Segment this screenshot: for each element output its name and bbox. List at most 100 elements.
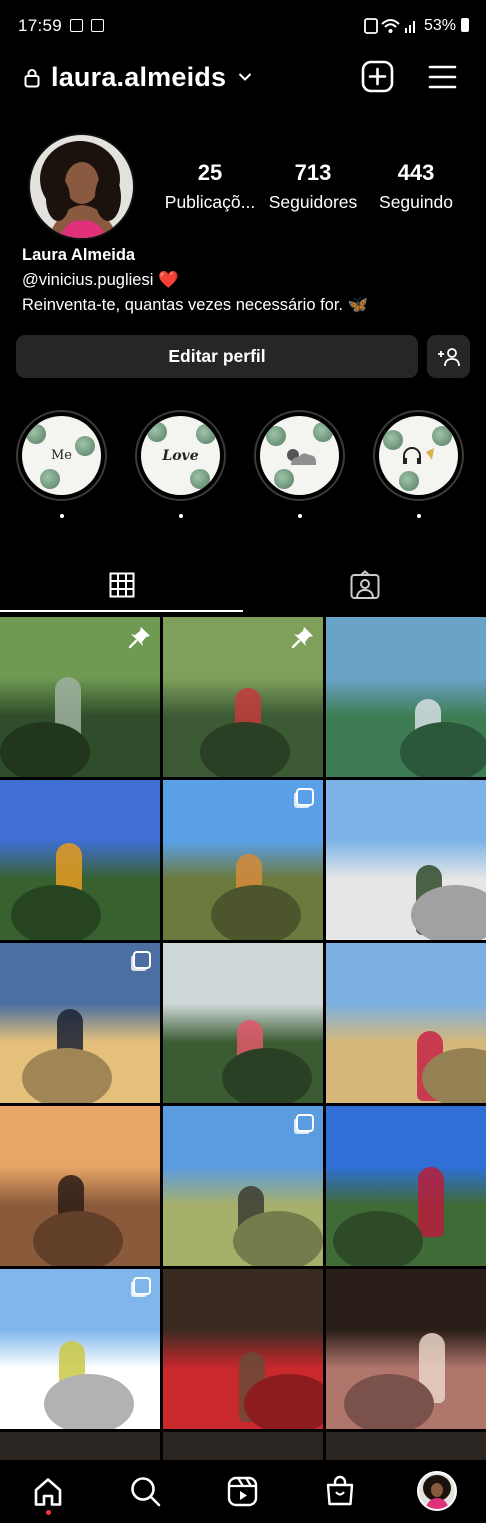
battery-icon <box>461 18 469 32</box>
grid-post[interactable] <box>0 943 160 1103</box>
grid-post[interactable] <box>163 1269 323 1429</box>
highlight-me-cover: Me <box>22 416 101 495</box>
grid-post[interactable] <box>0 1106 160 1266</box>
highlight-2-dot <box>179 514 183 518</box>
tagged-person-icon <box>350 570 379 599</box>
post-scenery <box>400 722 486 777</box>
grid-post[interactable] <box>0 1269 160 1429</box>
highlight-4-dot <box>417 514 421 518</box>
posts-label: Publicaçõ... <box>164 192 256 212</box>
grid-post[interactable] <box>0 1432 160 1460</box>
highlight-music-cover <box>379 416 458 495</box>
carousel-icon <box>133 951 151 969</box>
followers-label: Seguidores <box>268 192 358 212</box>
post-scenery <box>344 1374 434 1429</box>
posts-count: 25 <box>197 160 223 185</box>
grid-post[interactable] <box>0 780 160 940</box>
butterfly-emoji: 🦋 <box>347 296 369 314</box>
add-person-icon <box>437 347 460 366</box>
signal-icon <box>405 21 415 33</box>
highlight-love[interactable]: Love <box>135 410 226 501</box>
post-scenery <box>33 1211 123 1266</box>
status-bar: 17:59 53% <box>0 0 486 52</box>
bio-link-line: @vinicius.pugliesi ❤️ <box>22 271 179 290</box>
followers-count: 713 <box>294 160 332 185</box>
highlight-3-dot <box>298 514 302 518</box>
edit-profile-button[interactable]: Editar perfil <box>16 335 418 378</box>
grid-post[interactable] <box>326 1269 486 1429</box>
highlight-love-cover: Love <box>141 416 220 495</box>
highlight-weather-cover <box>260 416 339 495</box>
username[interactable]: laura.almeids <box>51 62 226 93</box>
active-tab-indicator <box>0 610 243 612</box>
pinned-icon <box>291 627 313 649</box>
grid-post[interactable] <box>326 943 486 1103</box>
menu-icon[interactable] <box>428 65 457 89</box>
avatar-thumb <box>423 1475 451 1509</box>
bio-text: Reinventa-te, quantas vezes necessário f… <box>22 296 344 314</box>
grid-post[interactable] <box>163 1432 323 1460</box>
heart-emoji: ❤️ <box>157 271 179 289</box>
stat-followers[interactable]: 713 Seguidores <box>258 160 368 213</box>
alarm-icon <box>364 18 378 34</box>
headphones-icon <box>402 446 434 464</box>
carousel-icon <box>296 1114 314 1132</box>
grid-post[interactable] <box>163 617 323 777</box>
stat-posts[interactable]: 25 Publicaçõ... <box>155 160 265 213</box>
avatar-photo <box>30 135 133 238</box>
profile-header: laura.almeids <box>0 52 486 104</box>
grid-post[interactable] <box>0 617 160 777</box>
grid-post[interactable] <box>326 617 486 777</box>
post-scenery <box>200 722 290 777</box>
post-scenery <box>44 1374 134 1429</box>
bottom-nav <box>0 1460 486 1523</box>
reels-icon[interactable] <box>227 1476 258 1507</box>
lock-icon <box>24 69 40 88</box>
home-activity-dot <box>46 1510 51 1515</box>
chevron-down-icon[interactable] <box>238 72 252 82</box>
grid-post[interactable] <box>326 1432 486 1460</box>
discover-people-button[interactable] <box>427 335 470 378</box>
profile-avatar-nav[interactable] <box>417 1471 457 1511</box>
grid-post[interactable] <box>163 943 323 1103</box>
post-scenery <box>244 1374 323 1429</box>
display-name: Laura Almeida <box>22 246 136 264</box>
tab-posts-grid[interactable] <box>0 560 243 610</box>
sun-cloud-icon <box>286 448 316 465</box>
grid-post[interactable] <box>163 1106 323 1266</box>
post-scenery <box>333 1211 423 1266</box>
post-scenery <box>211 885 301 940</box>
stat-following[interactable]: 443 Seguindo <box>361 160 471 213</box>
shop-icon[interactable] <box>325 1475 355 1507</box>
wifi-icon <box>381 19 400 33</box>
post-scenery <box>233 1211 323 1266</box>
posts-grid <box>0 617 486 1460</box>
carousel-icon <box>133 1277 151 1295</box>
grid-icon <box>109 572 134 598</box>
mention-link[interactable]: @vinicius.pugliesi <box>22 271 153 289</box>
grid-post[interactable] <box>163 780 323 940</box>
highlight-love-label: Love <box>162 447 199 464</box>
profile-avatar[interactable] <box>28 133 135 240</box>
following-label: Seguindo <box>379 192 453 212</box>
new-post-icon[interactable] <box>361 60 394 93</box>
tab-tagged[interactable] <box>243 560 486 610</box>
following-count: 443 <box>397 160 435 185</box>
highlight-weather[interactable] <box>254 410 345 501</box>
pinned-icon <box>128 627 150 649</box>
status-time: 17:59 <box>18 16 63 35</box>
grid-post[interactable] <box>326 780 486 940</box>
bio-text-line: Reinventa-te, quantas vezes necessário f… <box>22 296 368 315</box>
post-scenery <box>22 1048 112 1103</box>
search-icon[interactable] <box>130 1476 161 1507</box>
highlight-me-label: Me <box>50 448 72 463</box>
post-scenery <box>0 722 90 777</box>
app-notification-icon <box>91 19 104 32</box>
highlight-1-dot <box>60 514 64 518</box>
highlight-music[interactable] <box>373 410 464 501</box>
gallery-notification-icon <box>70 19 83 32</box>
post-scenery <box>222 1048 312 1103</box>
grid-post[interactable] <box>326 1106 486 1266</box>
highlight-me[interactable]: Me <box>16 410 107 501</box>
home-icon[interactable] <box>33 1477 63 1507</box>
